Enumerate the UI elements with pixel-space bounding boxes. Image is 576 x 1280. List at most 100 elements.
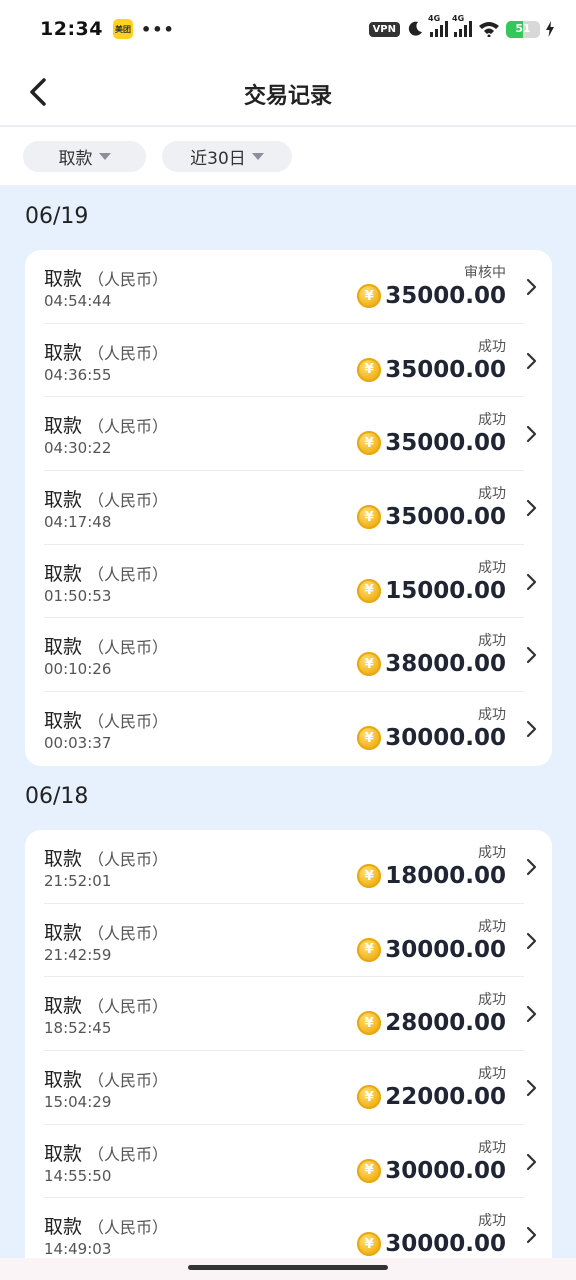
type-filter-dropdown[interactable]: 取款 (23, 140, 146, 172)
currency-label: （人民币） (88, 850, 169, 869)
transaction-time: 14:49:03 (44, 1240, 112, 1259)
page-title: 交易记录 (243, 84, 332, 109)
transaction-amount: ¥35000.00 (357, 283, 506, 309)
amount-value: 35000.00 (385, 356, 506, 383)
transaction-card: 取款 （人民币） 21:52:01 成功 ¥18000.00 取款 （人民币） 21:42:5… (25, 830, 552, 1280)
gold-coin-icon: ¥ (357, 578, 382, 603)
transaction-status: 成功 (478, 1066, 506, 1083)
amount-value: 15000.00 (385, 577, 506, 604)
chevron-right-icon (526, 278, 537, 296)
vpn-icon: VPN (368, 21, 400, 37)
transaction-amount: ¥22000.00 (357, 1084, 506, 1110)
transaction-row[interactable]: 取款 （人民币） 00:03:37 成功 ¥30000.00 (25, 692, 552, 766)
transaction-amount: ¥38000.00 (357, 651, 506, 677)
transaction-type-label: 取款 (44, 710, 83, 733)
gold-coin-icon: ¥ (357, 1011, 382, 1036)
transaction-time: 04:30:22 (44, 439, 112, 458)
section-date: 06/19 (25, 204, 89, 229)
currency-label: （人民币） (88, 1218, 169, 1238)
transaction-time: 00:03:37 (44, 734, 112, 753)
gold-coin-icon: ¥ (357, 864, 382, 888)
currency-label: （人民币） (88, 417, 169, 437)
chevron-right-icon (526, 1153, 537, 1170)
transaction-amount: ¥30000.00 (357, 937, 506, 963)
chevron-right-icon (526, 858, 537, 876)
transaction-type-label: 取款 (44, 562, 83, 585)
transaction-amount: ¥30000.00 (357, 725, 506, 751)
battery-icon: 51 (506, 20, 540, 38)
chevron-right-icon (526, 573, 537, 590)
transaction-type: 取款 （人民币） (44, 559, 168, 586)
transaction-row[interactable]: 取款 （人民币） 04:30:22 成功 ¥35000.00 (25, 397, 552, 472)
transaction-row[interactable]: 取款 （人民币） 00:10:26 成功 ¥38000.00 (25, 618, 552, 693)
more-notifications-icon: ••• (140, 19, 175, 39)
gold-coin-icon: ¥ (357, 937, 382, 962)
transaction-status: 成功 (478, 338, 506, 355)
currency-label: （人民币） (88, 712, 169, 732)
amount-value: 30000.00 (385, 936, 506, 963)
amount-value: 28000.00 (385, 1010, 506, 1037)
transaction-type-label: 取款 (44, 1142, 83, 1165)
transaction-row[interactable]: 取款 （人民币） 21:52:01 成功 ¥18000.00 (25, 830, 552, 904)
transaction-row[interactable]: 取款 （人民币） 21:42:59 成功 ¥30000.00 (25, 904, 552, 978)
transaction-type-label: 取款 (44, 921, 83, 944)
transaction-status: 成功 (478, 1213, 506, 1230)
section-date: 06/18 (25, 784, 89, 809)
transaction-type-label: 取款 (44, 341, 83, 364)
transaction-status: 成功 (478, 412, 506, 429)
transaction-time: 21:52:01 (44, 872, 112, 890)
amount-value: 35000.00 (385, 504, 506, 531)
transaction-type-label: 取款 (44, 415, 83, 438)
gold-coin-icon: ¥ (357, 726, 382, 751)
transaction-type: 取款 （人民币） (44, 1212, 168, 1239)
amount-value: 30000.00 (385, 1157, 506, 1184)
chevron-right-icon (526, 1006, 537, 1023)
transaction-type: 取款 （人民币） (44, 991, 168, 1018)
transaction-type-label: 取款 (44, 489, 83, 512)
transaction-time: 01:50:53 (44, 586, 112, 605)
transaction-type-label: 取款 (44, 1216, 83, 1239)
transaction-type: 取款 （人民币） (44, 706, 168, 733)
transaction-type: 取款 （人民币） (44, 264, 168, 291)
amount-value: 35000.00 (385, 430, 506, 457)
transaction-row[interactable]: 取款 （人民币） 04:17:48 成功 ¥35000.00 (25, 471, 552, 545)
transaction-type: 取款 （人民币） (44, 1139, 168, 1166)
currency-label: （人民币） (88, 343, 169, 363)
transaction-status: 成功 (478, 559, 506, 576)
currency-label: （人民币） (88, 923, 169, 943)
gold-coin-icon: ¥ (357, 1232, 382, 1257)
home-indicator[interactable] (188, 1265, 388, 1270)
chevron-right-icon (526, 932, 537, 949)
transaction-card: 取款 （人民币） 04:54:44 审核中 ¥35000.00 取款 （人民币） 04:36:… (25, 250, 552, 766)
date-range-filter-dropdown[interactable]: 近30日 (162, 140, 292, 172)
transaction-row[interactable]: 取款 （人民币） 04:54:44 审核中 ¥35000.00 (25, 250, 552, 324)
currency-label: （人民币） (88, 638, 169, 658)
transaction-row[interactable]: 取款 （人民币） 15:04:29 成功 ¥22000.00 (25, 1051, 552, 1125)
transaction-time: 21:42:59 (44, 945, 112, 964)
transaction-row[interactable]: 取款 （人民币） 14:55:50 成功 ¥30000.00 (25, 1125, 552, 1199)
amount-value: 30000.00 (385, 725, 506, 752)
transaction-type: 取款 （人民币） (44, 1065, 168, 1092)
transaction-amount: ¥35000.00 (357, 504, 506, 530)
transaction-status: 成功 (478, 707, 506, 724)
transaction-time: 14:55:50 (44, 1166, 112, 1185)
caret-down-icon (98, 152, 111, 160)
transaction-status: 审核中 (464, 265, 506, 281)
date-range-filter-label: 近30日 (190, 148, 246, 169)
gold-coin-icon: ¥ (357, 431, 382, 456)
gold-coin-icon: ¥ (357, 284, 382, 308)
type-filter-label: 取款 (58, 148, 93, 169)
amount-value: 22000.00 (385, 1084, 506, 1111)
transaction-type-label: 取款 (44, 1069, 83, 1092)
transaction-row[interactable]: 取款 （人民币） 18:52:45 成功 ¥28000.00 (25, 977, 552, 1052)
status-time: 12:34 (40, 18, 103, 40)
transaction-time: 04:17:48 (44, 513, 112, 532)
transaction-type-label: 取款 (44, 848, 83, 870)
caret-down-icon (251, 152, 264, 160)
amount-value: 18000.00 (385, 863, 506, 889)
transaction-row[interactable]: 取款 （人民币） 04:36:55 成功 ¥35000.00 (25, 324, 552, 398)
transaction-type: 取款 （人民币） (44, 411, 168, 438)
transaction-amount: ¥30000.00 (357, 1158, 506, 1184)
currency-label: （人民币） (88, 997, 169, 1017)
transaction-row[interactable]: 取款 （人民币） 01:50:53 成功 ¥15000.00 (25, 545, 552, 619)
